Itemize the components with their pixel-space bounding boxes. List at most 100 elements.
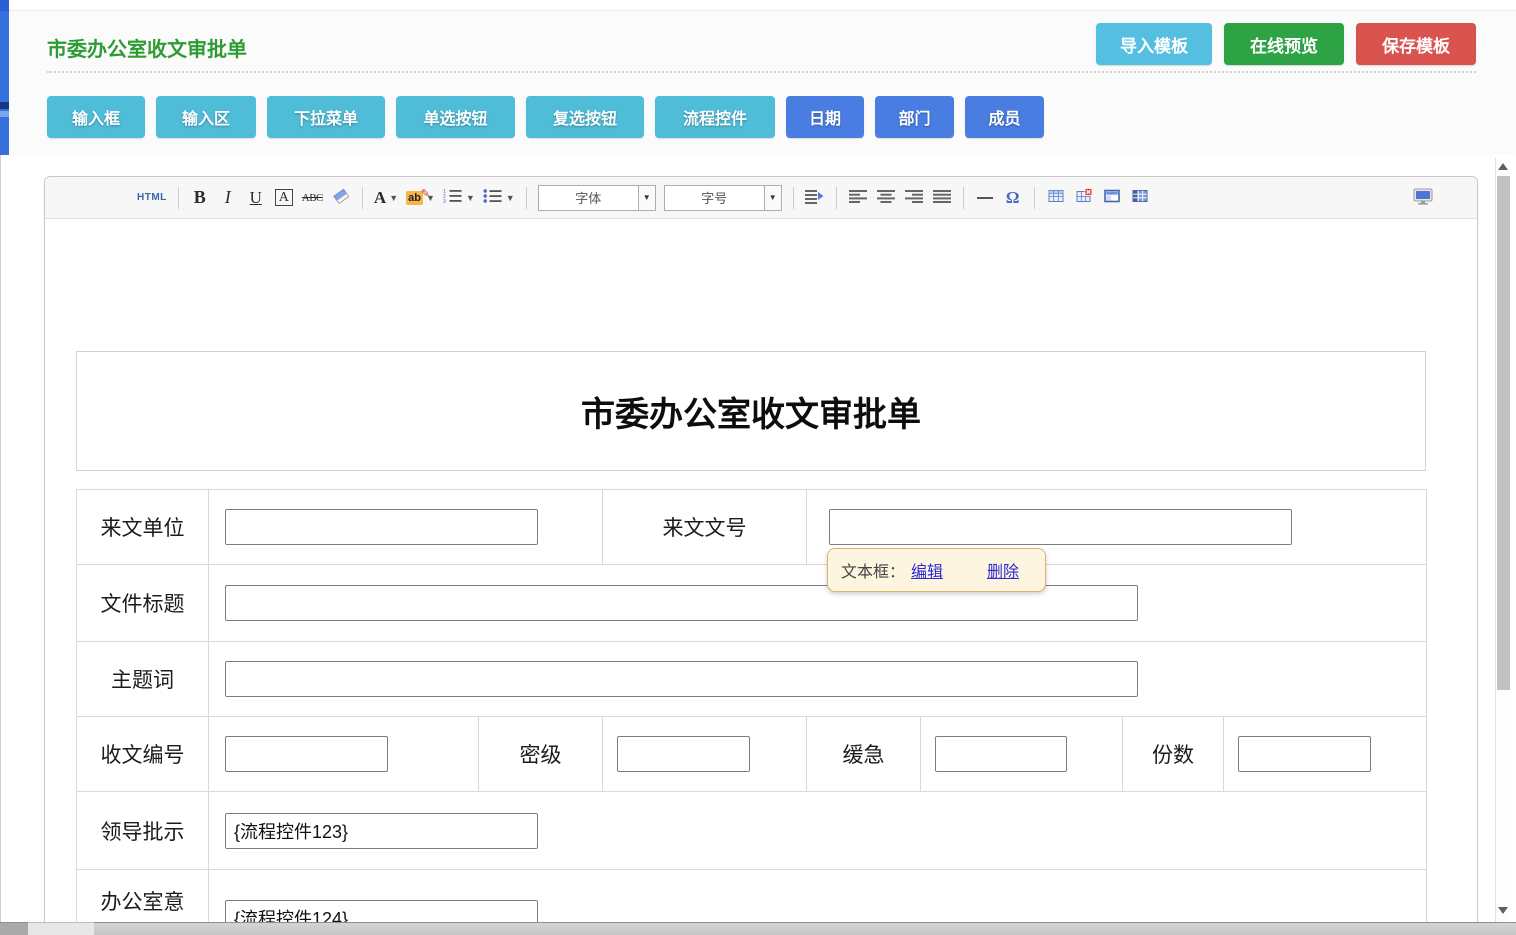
vertical-scrollbar[interactable] — [1495, 158, 1510, 922]
chevron-down-icon: ▼ — [638, 186, 655, 210]
control-dropdown[interactable]: 下拉菜单 — [267, 96, 385, 138]
toolbar-divider — [836, 187, 837, 209]
align-justify-button[interactable] — [930, 184, 954, 212]
delete-widget-link[interactable]: 删除 — [987, 558, 1019, 582]
html-source-icon: HTML — [137, 192, 167, 203]
toolbar-divider — [362, 187, 363, 209]
chevron-down-icon: ▼ — [466, 193, 475, 203]
control-input-box[interactable]: 输入框 — [47, 96, 145, 138]
toolbar-divider — [793, 187, 794, 209]
toolbar-divider — [178, 187, 179, 209]
widget-palette: 输入框 输入区 下拉菜单 单选按钮 复选按钮 流程控件 日期 部门 成员 — [47, 96, 1044, 138]
chevron-down-icon: ▼ — [764, 186, 781, 210]
align-center-button[interactable] — [874, 184, 898, 212]
chevron-down-icon: ▼ — [389, 193, 398, 203]
toolbar-divider — [1034, 187, 1035, 209]
fullscreen-monitor-icon — [1413, 188, 1433, 208]
font-size-select[interactable]: 字号 ▼ — [664, 185, 782, 211]
table-properties-button[interactable] — [1100, 184, 1124, 212]
control-member[interactable]: 成员 — [965, 96, 1044, 138]
approval-form-table: 来文单位 来文文号 文件标题 主题词 收文编号 密级 — [76, 489, 1427, 935]
underline-button[interactable]: U — [244, 184, 268, 212]
delete-table-button[interactable] — [1072, 184, 1096, 212]
align-justify-icon — [933, 189, 951, 206]
form-label-doc-number: 来文文号 — [603, 490, 807, 565]
strikethrough-button[interactable]: ABC — [300, 184, 325, 212]
unordered-list-button[interactable]: ▼ — [481, 184, 517, 212]
copies-input[interactable] — [1238, 736, 1371, 772]
font-family-label: 字体 — [539, 186, 638, 210]
align-right-button[interactable] — [902, 184, 926, 212]
left-edge-mark — [0, 111, 9, 117]
leader-remarks-input[interactable] — [225, 813, 538, 849]
svg-text:3: 3 — [443, 199, 446, 204]
page-title: 市委办公室收文审批单 — [47, 33, 247, 62]
left-edge-corner — [0, 0, 9, 11]
highlight-color-button[interactable]: ab✎▼ — [404, 184, 437, 212]
control-flow-widget[interactable]: 流程控件 — [655, 96, 775, 138]
boxed-a-button[interactable]: A — [272, 184, 296, 212]
edit-widget-link[interactable]: 编辑 — [911, 558, 943, 582]
control-checkbox[interactable]: 复选按钮 — [526, 96, 644, 138]
secrecy-input[interactable] — [617, 736, 750, 772]
italic-button[interactable]: I — [216, 184, 240, 212]
font-color-button[interactable]: A▼ — [372, 184, 400, 212]
indent-button[interactable] — [803, 184, 827, 212]
form-label-urgency: 缓急 — [807, 717, 921, 792]
italic-icon: I — [225, 187, 231, 208]
insert-table-icon — [1048, 188, 1064, 207]
form-label-secrecy: 密级 — [479, 717, 603, 792]
strikethrough-icon: ABC — [302, 192, 323, 204]
save-template-button[interactable]: 保存模板 — [1356, 23, 1476, 65]
window-bottom-corner — [0, 922, 28, 935]
control-radio[interactable]: 单选按钮 — [396, 96, 515, 138]
urgency-input[interactable] — [935, 736, 1067, 772]
boxed-a-icon: A — [275, 189, 293, 206]
table-row: 领导批示 — [77, 792, 1427, 870]
font-size-label: 字号 — [665, 186, 764, 210]
align-right-icon — [905, 189, 923, 206]
scrollbar-thumb[interactable] — [1497, 176, 1510, 690]
align-center-icon — [877, 189, 895, 206]
header-panel: 市委办公室收文审批单 导入模板 在线预览 保存模板 输入框 输入区 下拉菜单 单… — [9, 10, 1516, 155]
left-edge-strip — [0, 0, 9, 155]
horizontal-rule-icon — [977, 197, 993, 199]
toolbar-divider — [963, 187, 964, 209]
eraser-icon — [332, 188, 350, 207]
window-bottom-segment — [28, 922, 94, 935]
control-input-area[interactable]: 输入区 — [156, 96, 256, 138]
special-char-button[interactable]: Ω — [1001, 184, 1025, 212]
source-unit-input[interactable] — [225, 509, 538, 545]
eraser-button[interactable] — [329, 184, 353, 212]
control-department[interactable]: 部门 — [875, 96, 954, 138]
widget-tooltip: 文本框： 编辑 删除 — [827, 548, 1046, 592]
editor-document[interactable]: 市委办公室收文审批单 来文单位 来文文号 文件标题 主 — [45, 219, 1477, 935]
scrollbar-up-arrow-icon[interactable] — [1498, 163, 1508, 170]
control-date[interactable]: 日期 — [786, 96, 864, 138]
rich-text-editor: HTML B I U A ABC A▼ ab✎▼ 123 ▼ ▼ 字体 — [44, 176, 1478, 935]
html-source-button[interactable]: HTML — [135, 184, 169, 212]
table-row: 文件标题 — [77, 565, 1427, 642]
underline-icon: U — [250, 188, 262, 208]
font-family-select[interactable]: 字体 ▼ — [538, 185, 656, 211]
doc-number-input[interactable] — [829, 509, 1292, 545]
import-template-button[interactable]: 导入模板 — [1096, 23, 1212, 65]
delete-table-icon — [1076, 188, 1092, 207]
align-left-button[interactable] — [846, 184, 870, 212]
bold-button[interactable]: B — [188, 184, 212, 212]
ordered-list-button[interactable]: 123 ▼ — [441, 184, 477, 212]
merge-cells-icon — [1132, 188, 1148, 207]
keywords-input[interactable] — [225, 661, 1138, 697]
merge-cells-button[interactable] — [1128, 184, 1152, 212]
horizontal-rule-button[interactable] — [973, 184, 997, 212]
dotted-divider — [47, 71, 1476, 73]
online-preview-button[interactable]: 在线预览 — [1224, 23, 1344, 65]
insert-table-button[interactable] — [1044, 184, 1068, 212]
window-left-border — [0, 155, 1, 922]
scrollbar-down-arrow-icon[interactable] — [1498, 907, 1508, 914]
receipt-number-input[interactable] — [225, 736, 388, 772]
fullscreen-button[interactable] — [1411, 184, 1435, 212]
align-left-icon — [849, 189, 867, 206]
form-label-leader-remarks: 领导批示 — [77, 792, 209, 870]
table-properties-icon — [1104, 188, 1120, 207]
